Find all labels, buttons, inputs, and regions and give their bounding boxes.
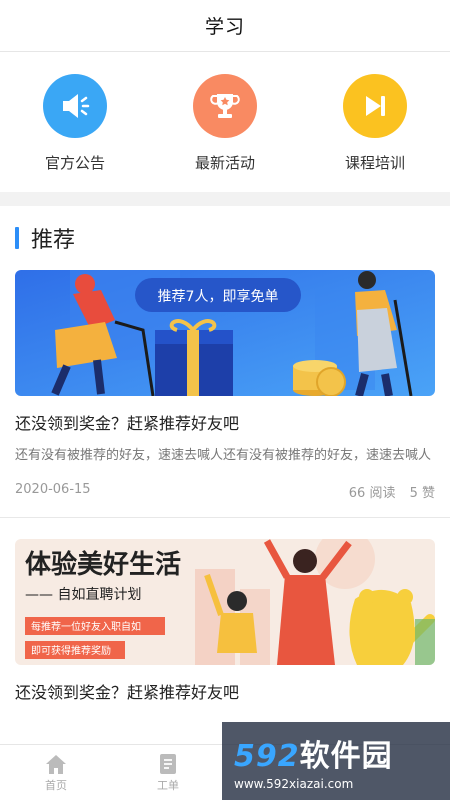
trophy-icon: [193, 74, 257, 138]
quick-action-events[interactable]: 最新活动: [170, 74, 280, 173]
article-title: 还没领到奖金？赶紧推荐好友吧: [15, 414, 240, 433]
article-description: 还有没有被推荐的好友，速速去喊人还有没有被推荐的好友，速速去喊人: [15, 448, 432, 463]
tab-work-order[interactable]: 工单: [112, 745, 224, 800]
banner-headline: 体验美好生活: [25, 549, 181, 580]
quick-action-announcement[interactable]: 官方公告: [20, 74, 130, 173]
banner-subheadline: —— 自如直聘计划: [25, 586, 141, 603]
quick-action-label: 官方公告: [44, 154, 105, 172]
article-title: 还没领到奖金？赶紧推荐好友吧: [15, 683, 240, 702]
section-header: 推荐: [0, 206, 450, 270]
article-like-count: 5 赞: [409, 486, 435, 501]
article-banner-image: 体验美好生活 —— 自如直聘计划 每推荐一位好友入职自如 即可获得推荐奖励: [15, 539, 435, 665]
section-gap: [0, 192, 450, 206]
megaphone-icon: [43, 74, 107, 138]
article-card[interactable]: 体验美好生活 —— 自如直聘计划 每推荐一位好友入职自如 即可获得推荐奖励 还没…: [0, 539, 450, 704]
watermark-url: www.592xiazai.com: [234, 777, 354, 791]
quick-action-label: 课程培训: [344, 154, 405, 172]
document-icon: [160, 753, 176, 774]
card-divider: [0, 517, 450, 518]
article-card[interactable]: 推荐7人，即享免单 还没领到奖金？赶紧推荐好友吧 还有没有被推荐的好友，速速去喊…: [0, 270, 450, 501]
article-banner-image: 推荐7人，即享免单: [15, 270, 435, 396]
banner-tag: 即可获得推荐奖励: [31, 644, 111, 657]
quick-action-label: 最新活动: [194, 154, 255, 172]
home-icon: [46, 754, 66, 774]
section-title: 推荐: [31, 228, 76, 253]
top-bar: 学习: [0, 0, 450, 52]
article-read-count: 66 阅读: [348, 486, 396, 501]
article-date: 2020-06-15: [15, 482, 91, 497]
banner-text: 推荐7人，即享免单: [158, 288, 279, 305]
tab-label: 首页: [45, 778, 67, 792]
site-watermark: 592软件园 www.592xiazai.com: [222, 722, 450, 800]
article-meta: 2020-06-15 66 阅读 5 赞: [15, 482, 435, 501]
watermark-number: 592: [234, 739, 300, 774]
page-title: 学习: [204, 16, 245, 38]
section-accent-bar: [15, 227, 19, 249]
banner-tag: 每推荐一位好友入职自如: [31, 620, 141, 633]
quick-actions: 官方公告 最新活动 课程培训: [0, 52, 450, 192]
tab-home[interactable]: 首页: [0, 745, 112, 800]
tab-label: 工单: [157, 778, 179, 792]
play-next-icon: [343, 74, 407, 138]
watermark-text: 软件园: [299, 739, 393, 774]
quick-action-courses[interactable]: 课程培训: [320, 74, 430, 173]
